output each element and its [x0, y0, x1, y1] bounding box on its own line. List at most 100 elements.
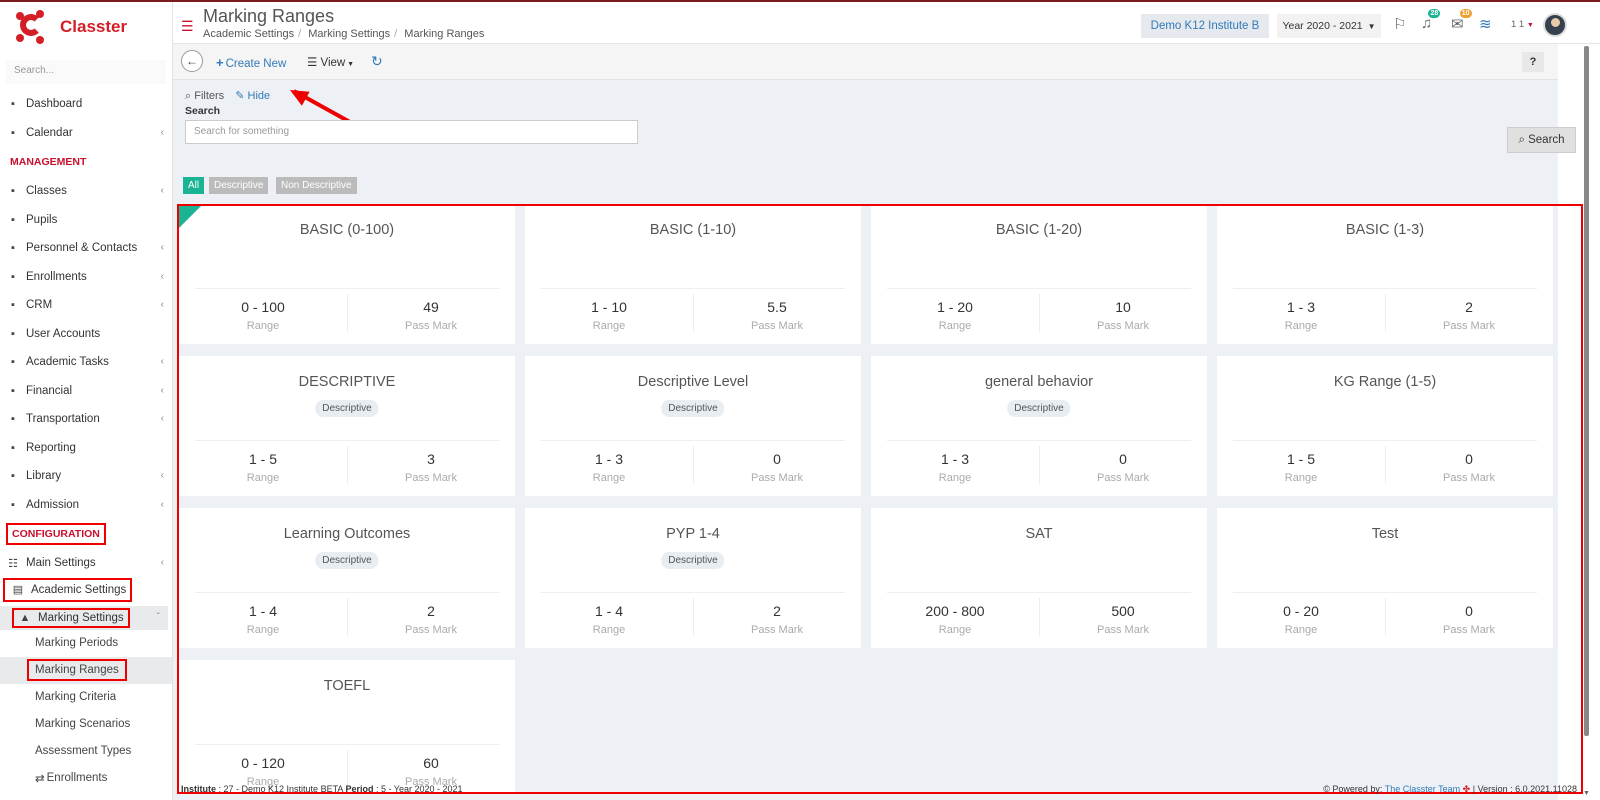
logo[interactable]: Classter [0, 2, 172, 52]
coins-icon: ▪ [11, 384, 15, 397]
marking-range-card[interactable]: BASIC (1-10) 1 - 10 5.5 Range Pass Mark [525, 206, 861, 344]
view-dropdown[interactable]: ☰ View ▼ [307, 55, 354, 69]
sidebar-item-marking-ranges[interactable]: Marking Ranges [0, 656, 172, 684]
marking-range-card[interactable]: BASIC (0-100) 0 - 100 49 Range Pass Mark [179, 206, 515, 344]
range-value: 0 - 120 [241, 755, 285, 771]
sidebar-item-enrollments-sub[interactable]: ⇄ Enrollments [0, 765, 172, 792]
books-icon: ▪ [11, 470, 15, 483]
pass-mark-label: Pass Mark [405, 320, 457, 332]
chevron-left-icon: ‹ [160, 498, 164, 510]
descriptive-tag: Descriptive [1007, 400, 1071, 417]
sidebar-item-financial[interactable]: ▪ Financial ‹ [0, 377, 172, 406]
scrollbar-thumb[interactable] [1584, 46, 1589, 736]
plus-icon: + [216, 55, 224, 70]
envelope-icon[interactable]: ✉ 10 [1451, 9, 1472, 33]
help-button[interactable]: ? [1522, 52, 1544, 72]
pass-mark-value: 2 [427, 603, 435, 619]
breadcrumb-item[interactable]: Academic Settings [203, 28, 294, 40]
sidebar-item-classes[interactable]: ▪ Classes ‹ [0, 177, 172, 206]
marking-range-card[interactable]: Learning Outcomes Descriptive 1 - 4 2 Range P… [179, 508, 515, 648]
marking-range-card[interactable]: BASIC (1-20) 1 - 20 10 Range Pass Mark [871, 206, 1207, 344]
sidebar-item-pupils[interactable]: ▪ Pupils [0, 206, 172, 235]
chevron-left-icon: ‹ [160, 384, 164, 396]
pass-mark-value: 5.5 [767, 299, 787, 315]
laptop-icon: ▪ [11, 98, 15, 111]
sidebar-item-admission[interactable]: ▪ Admission ‹ [0, 491, 172, 520]
card-title: PYP 1-4 [666, 526, 720, 542]
sidebar-item-marking-scenarios[interactable]: Marking Scenarios [0, 711, 172, 738]
search-input[interactable]: Search for something [185, 120, 638, 144]
filter-pill-descriptive[interactable]: Descriptive [209, 177, 269, 194]
scroll-down-icon[interactable]: ▼ [1583, 790, 1590, 797]
sidebar-item-main-settings[interactable]: ☷ Main Settings ‹ [0, 549, 172, 578]
flag-icon[interactable]: ⚐ [1393, 15, 1406, 33]
marking-range-card[interactable]: TOEFL 0 - 120 60 Range Pass Mark [179, 660, 515, 792]
marking-range-card[interactable]: KG Range (1-5) 1 - 5 0 Range Pass Mark [1217, 356, 1553, 496]
marking-range-card[interactable]: PYP 1-4 Descriptive 1 - 4 2 Range Pass Mark [525, 508, 861, 648]
sidebar-search-input[interactable]: Search... [6, 60, 166, 84]
tasks-icon: ▪ [11, 356, 15, 369]
printer-icon: ▪ [11, 441, 15, 454]
hamburger-menu-icon[interactable]: ☰ [181, 18, 194, 35]
sidebar-item-marking-settings[interactable]: ▲ Marking Settings ˇ [0, 605, 168, 630]
copyright-icon: © [1323, 784, 1330, 794]
hide-filters-link[interactable]: ✎ Hide [235, 90, 270, 102]
avatar[interactable] [1543, 13, 1567, 37]
marking-range-card[interactable]: general behavior Descriptive 1 - 3 0 Range Pa… [871, 356, 1207, 496]
sidebar-item-transportation[interactable]: ▪ Transportation ‹ [0, 405, 172, 434]
marking-range-card[interactable]: Descriptive Level Descriptive 1 - 3 0 Range P… [525, 356, 861, 496]
pass-mark-value: 0 [773, 451, 781, 467]
sidebar-item-reporting[interactable]: ▪ Reporting [0, 434, 172, 463]
sidebar-item-academic-tasks[interactable]: ▪ Academic Tasks ‹ [0, 348, 172, 377]
marking-range-card[interactable]: Test 0 - 20 0 Range Pass Mark [1217, 508, 1553, 648]
back-button[interactable]: ← [181, 50, 203, 72]
bell-icon[interactable]: ♫ 28 [1421, 9, 1441, 32]
year-selector[interactable]: Year 2020 - 2021 ▼ [1277, 14, 1381, 38]
search-icon: ⌕ [1518, 133, 1525, 146]
layers-icon[interactable]: ≋ [1479, 15, 1492, 33]
sidebar-item-personnel-contacts[interactable]: ▪ Personnel & Contacts ‹ [0, 234, 172, 263]
sidebar-item-calendar[interactable]: ▪ Calendar ‹ [0, 119, 172, 148]
sidebar-item-marking-periods[interactable]: Marking Periods [0, 630, 172, 657]
card-divider [541, 288, 845, 289]
marking-range-card[interactable]: BASIC (1-3) 1 - 3 2 Range Pass Mark [1217, 206, 1553, 344]
chevron-left-icon: ‹ [160, 270, 164, 282]
filter-pill-all[interactable]: All [183, 177, 205, 194]
chevron-left-icon: ‹ [160, 126, 164, 138]
refresh-icon[interactable]: ↻ [371, 53, 383, 70]
pass-mark-label: Pass Mark [751, 472, 803, 484]
range-value: 1 - 3 [940, 451, 969, 467]
pass-mark-label: Pass Mark [751, 320, 803, 332]
breadcrumb-item[interactable]: Marking Settings [308, 28, 390, 40]
filter-pill-non-descriptive[interactable]: Non Descriptive [276, 177, 357, 194]
search-button[interactable]: ⌕ Search [1507, 127, 1576, 153]
chevron-left-icon: ‹ [160, 242, 164, 253]
card-title: TOEFL [323, 678, 371, 694]
user-number[interactable]: 1 1 ▼ [1511, 19, 1534, 30]
breadcrumb-item: Marking Ranges [404, 28, 485, 40]
sidebar-item-enrollments[interactable]: ▪ Enrollments ‹ [0, 263, 172, 292]
card-divider [195, 288, 499, 289]
marking-ranges-grid: BASIC (0-100) 0 - 100 49 Range Pass Mark BASI… [177, 204, 1583, 794]
range-value: 1 - 10 [591, 299, 627, 315]
sidebar-item-library[interactable]: ▪ Library ‹ [0, 462, 172, 491]
card-title: KG Range (1-5) [1333, 374, 1437, 390]
sidebar-item-assessment-types[interactable]: Assessment Types [0, 738, 172, 765]
range-label: Range [1284, 472, 1318, 484]
sidebar-item-crm[interactable]: ▪ CRM ‹ [0, 291, 172, 320]
sidebar-item-user-accounts[interactable]: ▪ User Accounts [0, 320, 172, 349]
classter-team-link[interactable]: The Classter Team [1385, 784, 1460, 794]
card-divider [1233, 440, 1537, 441]
marking-range-card[interactable]: DESCRIPTIVE Descriptive 1 - 5 3 Range Pass Ma… [179, 356, 515, 496]
card-divider [887, 440, 1191, 441]
institute-selector[interactable]: Demo K12 Institute B [1141, 14, 1269, 38]
create-new-button[interactable]: + Create New [216, 55, 286, 70]
range-label: Range [1284, 624, 1318, 636]
range-label: Range [938, 472, 972, 484]
sidebar-item-academic-settings[interactable]: ▤ Academic Settings [3, 577, 132, 602]
chevron-left-icon: ‹ [160, 356, 164, 367]
sidebar-item-marking-criteria[interactable]: Marking Criteria [0, 684, 172, 711]
range-label: Range [1284, 320, 1318, 332]
sidebar-item-dashboard[interactable]: ▪ Dashboard [0, 90, 172, 119]
marking-range-card[interactable]: SAT 200 - 800 500 Range Pass Mark [871, 508, 1207, 648]
